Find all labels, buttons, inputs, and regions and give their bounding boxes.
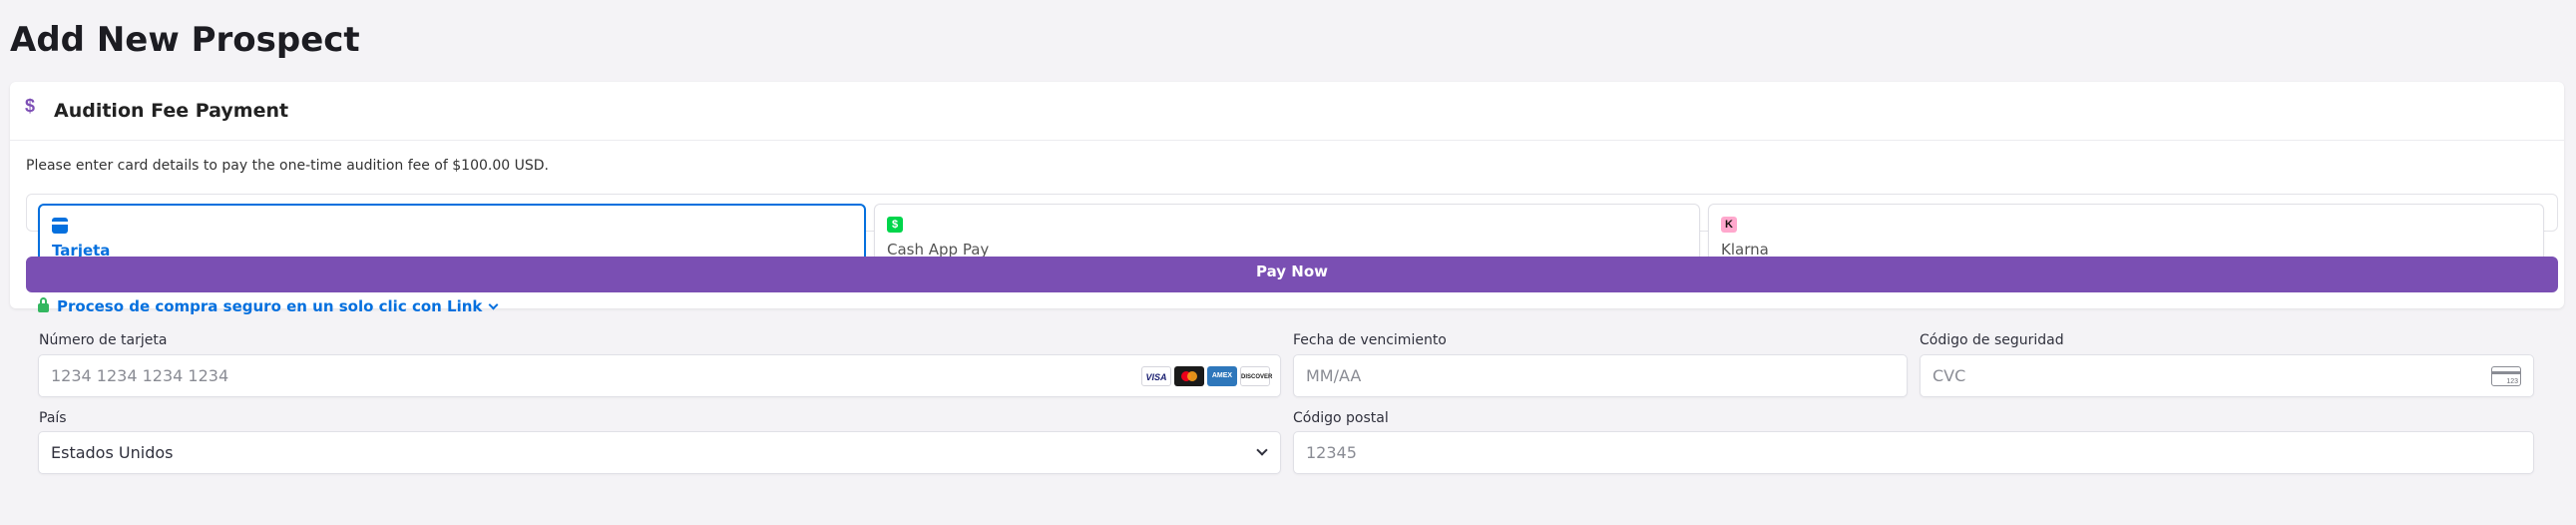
chevron-down-icon bbox=[488, 299, 499, 310]
visa-icon: VISA bbox=[1141, 366, 1171, 386]
card-header: $ Audition Fee Payment bbox=[10, 82, 2564, 141]
amex-icon: AMEX bbox=[1207, 366, 1237, 386]
cvc-card-icon: 123 bbox=[2491, 366, 2521, 386]
expiry-input[interactable] bbox=[1306, 355, 1797, 396]
payment-card: $ Audition Fee Payment Please enter card… bbox=[10, 82, 2564, 308]
card-brands: VISA AMEX DISCOVER bbox=[1141, 366, 1272, 386]
expiry-field[interactable] bbox=[1293, 354, 1908, 397]
link-checkout-toggle[interactable]: Proceso de compra seguro en un solo clic… bbox=[38, 297, 499, 315]
postal-input[interactable] bbox=[1306, 432, 2298, 473]
postal-label: Código postal bbox=[1293, 410, 1389, 426]
country-label: País bbox=[39, 410, 67, 426]
cvc-icon-text: 123 bbox=[2506, 378, 2518, 385]
cvc-label: Código de seguridad bbox=[1920, 332, 2064, 348]
country-select[interactable]: Estados Unidos bbox=[38, 431, 1281, 474]
country-value: Estados Unidos bbox=[51, 443, 174, 462]
pay-now-button[interactable]: Pay Now bbox=[26, 257, 2558, 292]
card-number-label: Número de tarjeta bbox=[39, 332, 168, 348]
cvc-field[interactable]: 123 bbox=[1920, 354, 2534, 397]
link-label: Proceso de compra seguro en un solo clic… bbox=[57, 297, 483, 315]
lock-icon bbox=[38, 297, 49, 312]
card-number-field[interactable]: VISA AMEX DISCOVER bbox=[38, 354, 1281, 397]
card-description: Please enter card details to pay the one… bbox=[26, 158, 549, 174]
discover-icon: DISCOVER bbox=[1240, 366, 1272, 386]
credit-card-icon bbox=[52, 218, 68, 234]
chevron-down-icon bbox=[1256, 444, 1268, 456]
expiry-label: Fecha de vencimiento bbox=[1293, 332, 1447, 348]
dollar-icon: $ bbox=[25, 96, 36, 116]
cvc-input[interactable] bbox=[1932, 355, 2423, 396]
page-title: Add New Prospect bbox=[10, 20, 360, 60]
postal-field[interactable] bbox=[1293, 431, 2534, 474]
card-number-input[interactable] bbox=[51, 355, 1045, 396]
klarna-icon: K bbox=[1721, 217, 1737, 233]
mastercard-icon bbox=[1174, 366, 1204, 386]
cash-app-icon: $ bbox=[887, 217, 903, 233]
card-title: Audition Fee Payment bbox=[54, 100, 289, 122]
